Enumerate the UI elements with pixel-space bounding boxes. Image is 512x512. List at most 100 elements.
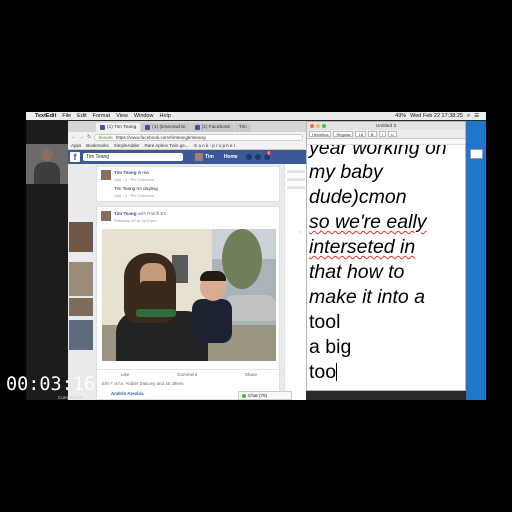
minimize-icon[interactable] [316, 124, 320, 128]
chrome-window: (1) Tim Teang (1) (timemachin (1) Facebo… [68, 121, 306, 400]
font-style-select[interactable]: Regular [333, 131, 354, 137]
text-line: make it into a [309, 286, 425, 308]
menu-edit[interactable]: Edit [77, 113, 86, 119]
list-icon[interactable]: ☰ [474, 113, 479, 120]
webcam-thumbnail [26, 144, 68, 184]
person-head [41, 148, 53, 161]
text-line: that how to [309, 261, 405, 283]
chat-label: Chat (75) [248, 393, 268, 398]
bookmark-aphex[interactable]: Rare Aphex Twin ge... [145, 143, 189, 148]
textedit-window: Untitled 3 Helvetica Regular 18 B I U ye… [306, 121, 466, 391]
forward-icon[interactable]: → [79, 134, 84, 140]
comment-line-1: Tim Teang is ma [114, 170, 149, 175]
desktop-background [466, 121, 486, 400]
back-icon[interactable]: ← [71, 134, 76, 140]
font-size-select[interactable]: 18 [355, 131, 366, 137]
italic-button[interactable]: I [378, 131, 386, 137]
post-author: Tim Teang with Parch Es [114, 211, 166, 216]
bookmark-mank[interactable]: m a n k - p r o p h e t [194, 143, 236, 148]
tab-label: (1) Facebook [201, 125, 230, 130]
thumbnail-image[interactable] [69, 298, 93, 316]
tab-label: (1) Tim Teang [107, 125, 137, 130]
text-editor-area[interactable]: year working on my baby dude)cmon so we'… [307, 145, 465, 391]
menu-help[interactable]: Help [159, 113, 170, 119]
facebook-search-input[interactable]: Tim Teang [83, 153, 183, 161]
facebook-icon [100, 125, 105, 130]
document-icon[interactable] [470, 149, 483, 159]
avatar[interactable] [101, 170, 111, 180]
share-button[interactable]: Share [245, 372, 257, 377]
thumbnail-image[interactable] [69, 262, 93, 296]
person-body [34, 162, 60, 184]
comment-button[interactable]: Comment [177, 372, 197, 377]
notifications-icon[interactable]: 1 [263, 151, 271, 160]
video-call-panel [26, 120, 68, 400]
close-icon[interactable] [310, 124, 314, 128]
timecode-overlay: 00:03:16;24 [6, 374, 129, 395]
commenter-name[interactable]: Tim Teang [114, 170, 137, 175]
underline-button[interactable]: U [387, 131, 397, 137]
bookmark-folder[interactable]: Bookmarks [86, 143, 109, 148]
facebook-logo-icon[interactable]: f [70, 152, 80, 162]
text-line-current: too [309, 361, 338, 384]
sidebar-row [287, 186, 305, 189]
thumbnail-image[interactable] [69, 222, 93, 252]
post-photo[interactable] [102, 229, 276, 361]
avatar[interactable] [101, 211, 111, 221]
window-controls [310, 124, 328, 128]
reload-icon[interactable]: ↻ [87, 134, 91, 140]
sidebar-row [287, 170, 305, 173]
battery-status[interactable]: 49% [395, 113, 406, 120]
right-sidebar [284, 164, 306, 400]
menu-format[interactable]: Format [93, 113, 110, 119]
text-line-content: interseted in [309, 236, 416, 258]
menu-window[interactable]: Window [134, 113, 154, 119]
menu-file[interactable]: File [62, 113, 71, 119]
mac-menubar: TextEdit File Edit Format View Window He… [26, 112, 486, 120]
menubar-clock[interactable]: Wed Feb 22 17:38:25 [410, 113, 463, 120]
post-card: Tim Teang with Parch Es February 20 at 1… [96, 206, 281, 400]
thumbnail-image[interactable] [69, 320, 93, 350]
comment-actions[interactable]: Like · 1 · Pri Comment [114, 193, 154, 198]
bookmark-simpleadder[interactable]: SimpleAdder [114, 143, 140, 148]
man-beard [140, 281, 168, 305]
font-family-select[interactable]: Helvetica [309, 131, 332, 137]
tab-4[interactable]: Tim [234, 123, 251, 132]
avatar[interactable] [195, 153, 203, 161]
document-title: Untitled 3 [375, 123, 397, 129]
comment-line-2: Tim Teang rm doyling [114, 186, 158, 191]
bold-button[interactable]: B [367, 131, 377, 137]
chat-button[interactable]: Chat (75) [238, 391, 292, 400]
friends-icon[interactable] [245, 154, 252, 160]
tab-3[interactable]: (1) Facebook [190, 123, 234, 132]
sidebar-row [287, 178, 305, 181]
bookmark-apps[interactable]: Apps [71, 143, 81, 148]
screen-recording: TextEdit File Edit Format View Window He… [26, 112, 486, 400]
post-date[interactable]: February 20 at 11:57pm · [114, 218, 159, 223]
text-caret [336, 363, 338, 381]
zoom-icon[interactable] [322, 124, 326, 128]
text-line: year working on [309, 145, 447, 159]
text-line-misspelled: so we're eally [309, 211, 427, 234]
home-link[interactable]: Home [224, 154, 238, 160]
tab-label: Tim [238, 125, 247, 130]
tab-1[interactable]: (1) Tim Teang [96, 123, 141, 132]
comment-card: Tim Teang is ma Like · 1 · Pri Comment T… [96, 166, 280, 202]
caller-label: Current Call [58, 395, 83, 400]
url-bar[interactable]: Secure https://www.facebook.com/timteang… [94, 133, 303, 141]
bookmarks-bar: Apps Bookmarks SimpleAdder Rare Aphex Tw… [68, 142, 306, 150]
photo-car [226, 295, 276, 321]
menu-view[interactable]: View [116, 113, 128, 119]
author-name[interactable]: Tim Teang [114, 211, 137, 216]
address-row: ← → ↻ Secure https://www.facebook.com/ti… [68, 132, 306, 142]
tagged-with[interactable]: with Parch Es [138, 211, 166, 216]
comment-text: is ma [137, 170, 149, 175]
profile-link[interactable]: Tim [205, 154, 214, 160]
comment-actions[interactable]: Like · 1 · Pri Comment [114, 177, 154, 182]
tab-2[interactable]: (1) (timemachin [141, 123, 190, 132]
text-line-content: so we're eally [309, 211, 427, 233]
facebook-icon [194, 125, 200, 130]
menu-app-name[interactable]: TextEdit [35, 113, 56, 119]
search-icon[interactable]: ⌕ [467, 113, 470, 120]
messages-icon[interactable] [254, 154, 261, 160]
